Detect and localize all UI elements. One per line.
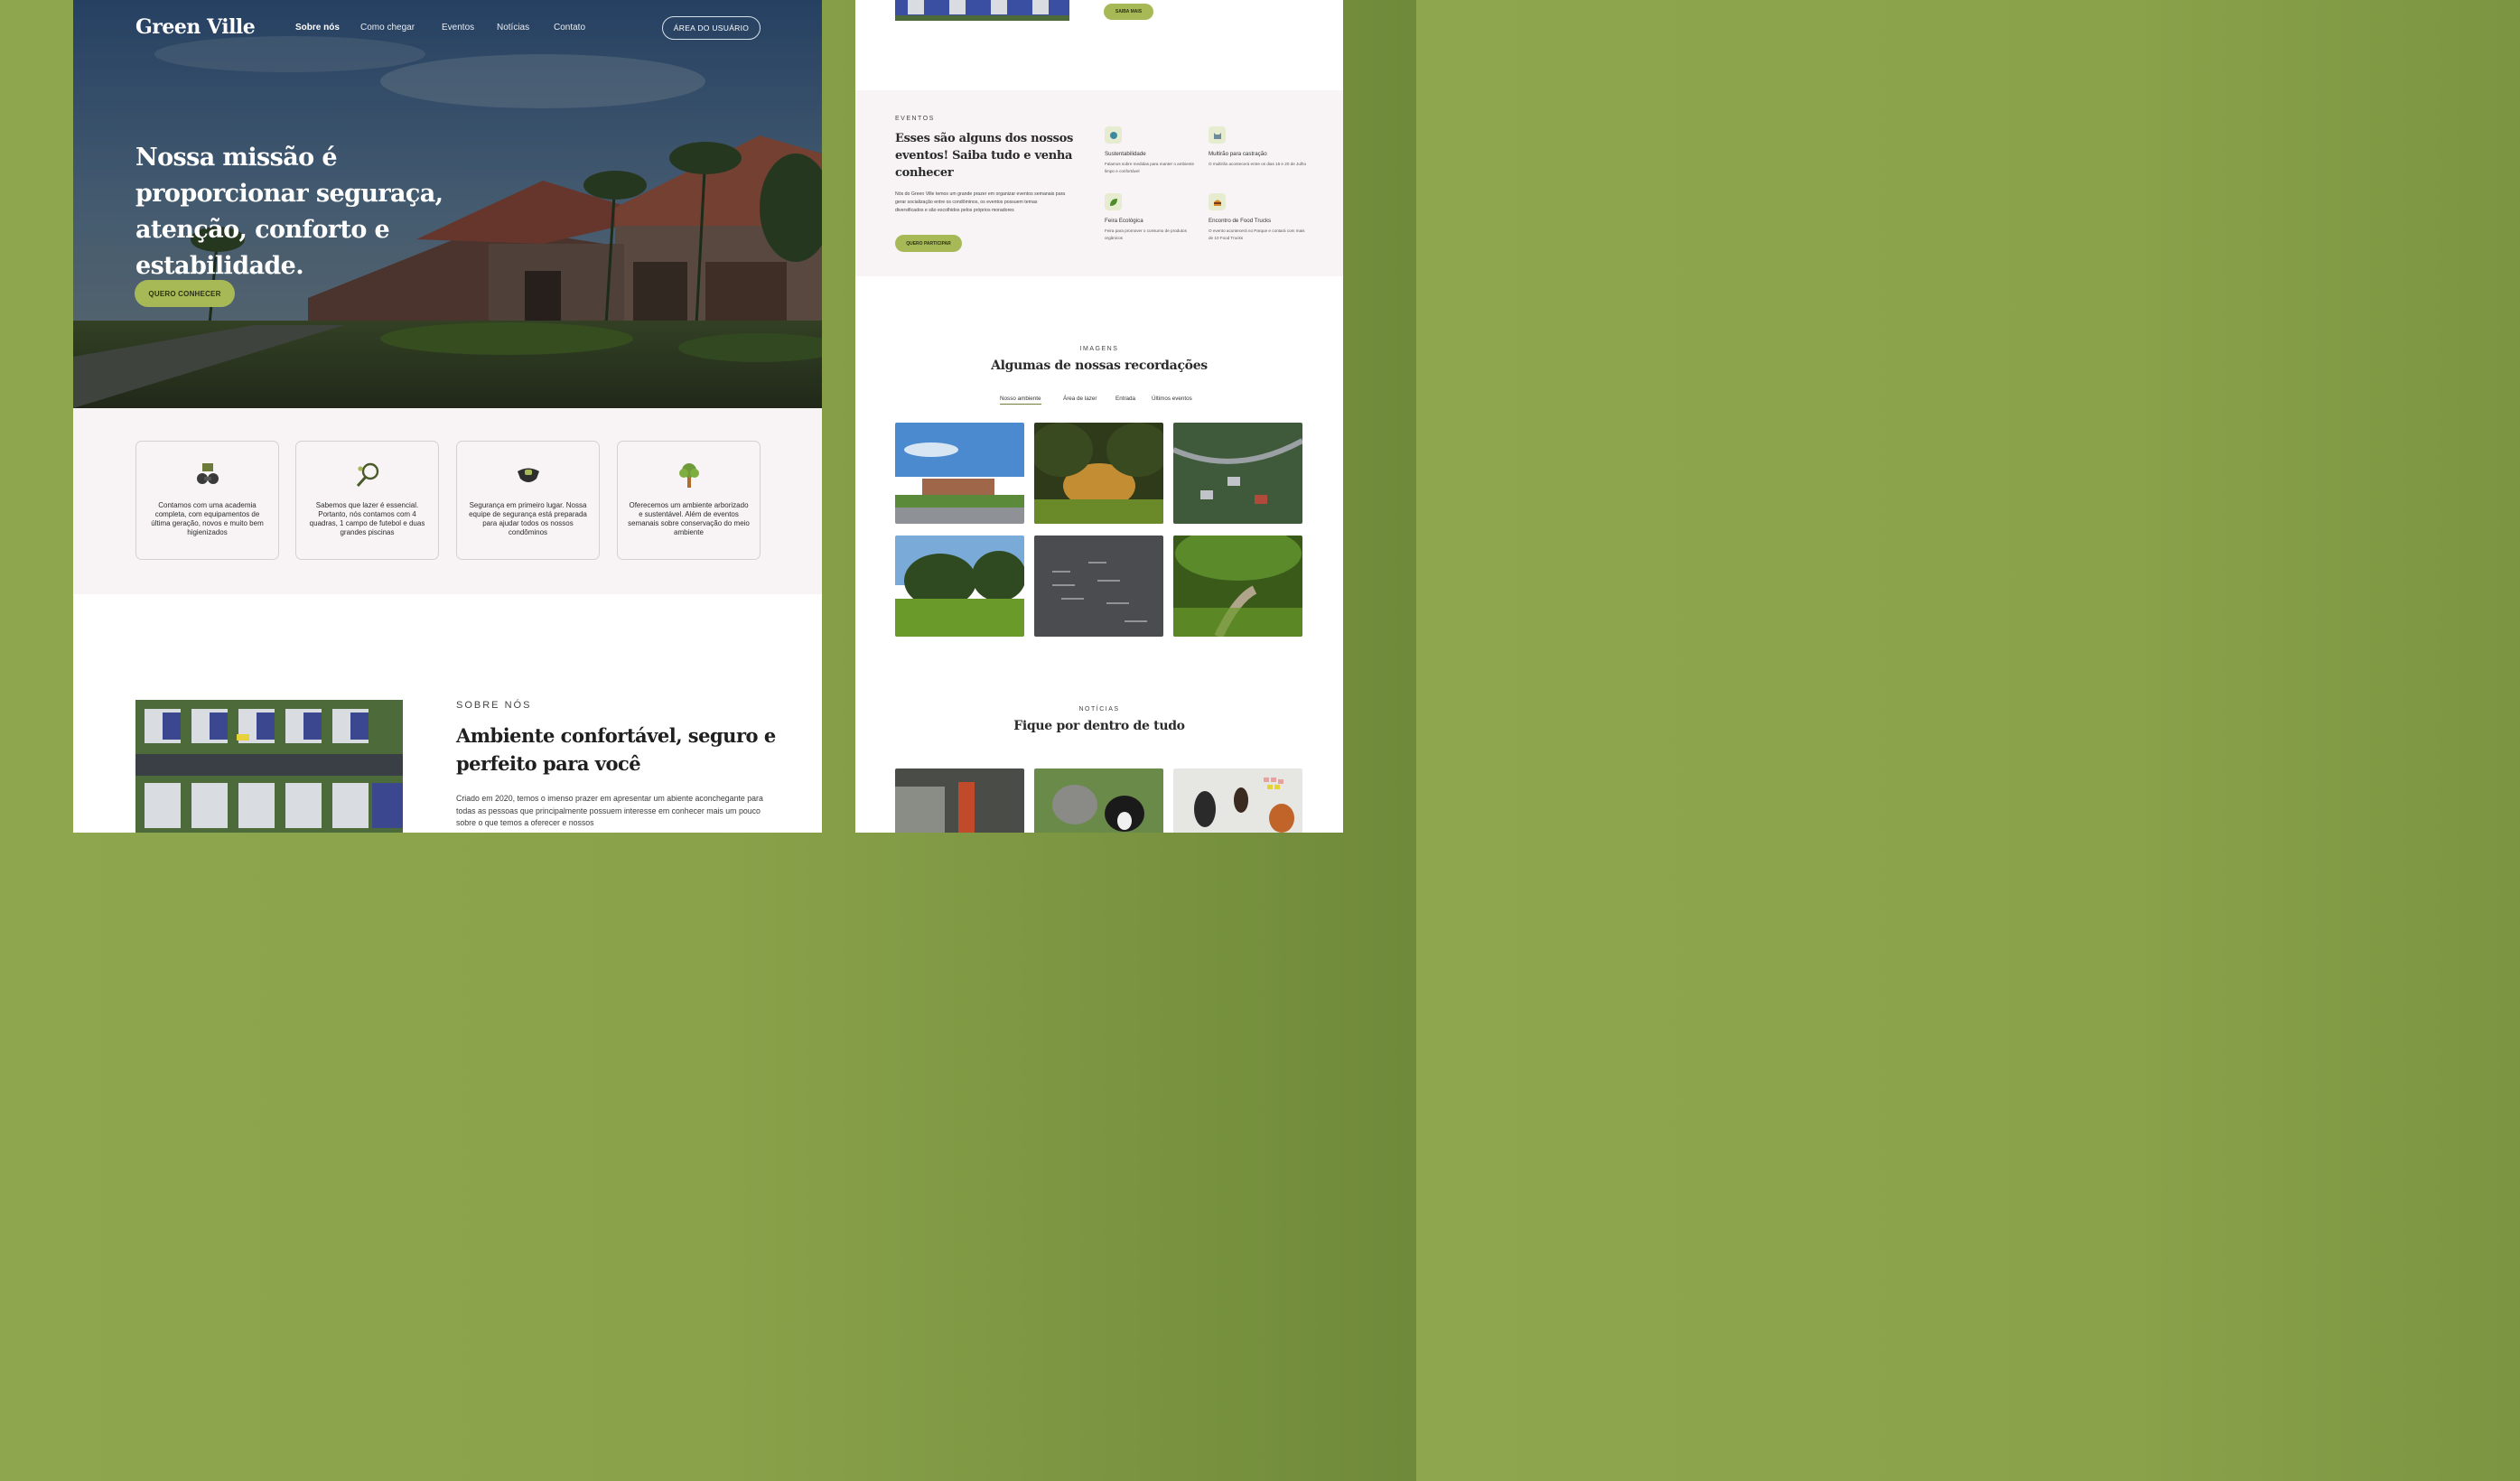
gallery-image[interactable] (895, 536, 1024, 637)
event-desc: O multirão acontecerá entre os dias 15 e… (1209, 162, 1307, 166)
saiba-mais-button[interactable]: SAIBA MAIS (1104, 4, 1153, 20)
feature-text-environment: Oferecemos um ambiente arborizado e sust… (628, 501, 750, 536)
event-item-sustentabilidade: Sustentabilidade Falamos sobre medidas p… (1105, 126, 1204, 174)
user-area-button[interactable]: ÁREA DO USUÁRIO (662, 16, 761, 40)
top-strip-image (895, 0, 1069, 21)
about-title: Ambiente confortável, seguro e perfeito … (456, 724, 776, 775)
event-desc: Feira para promover o consumo de produto… (1105, 228, 1187, 240)
landing-page-right: SAIBA MAIS EVENTOS Esses são alguns dos … (855, 0, 1343, 833)
cat-icon (1209, 126, 1226, 144)
tree-icon (679, 463, 699, 488)
landing-page-left: Green Ville Sobre nós Como chegar Evento… (73, 0, 822, 833)
feature-card-security: Segurança em primeiro lugar. Nossa equip… (456, 441, 600, 560)
hero-cta-button[interactable]: QUERO CONHECER (135, 280, 235, 307)
about-kicker: SOBRE NÓS (456, 700, 532, 711)
burger-icon (1209, 193, 1226, 210)
events-kicker: EVENTOS (895, 116, 935, 122)
event-title: Feira Ecológica (1105, 218, 1143, 224)
site-logo[interactable]: Green Ville (135, 15, 256, 39)
hero-title: Nossa missão é proporcionar seguraça, at… (135, 144, 443, 280)
tab-entrada[interactable]: Entrada (1115, 396, 1135, 402)
feature-text-security: Segurança em primeiro lugar. Nossa equip… (469, 501, 587, 536)
gallery-image[interactable] (1034, 423, 1163, 524)
dumbbell-icon (197, 463, 219, 484)
event-title: Multirão para castração (1209, 151, 1267, 157)
event-item-castracao: Multirão para castração O multirão acont… (1209, 126, 1308, 168)
nav-link-eventos[interactable]: Eventos (442, 23, 474, 33)
nav-link-contato[interactable]: Contato (554, 23, 585, 33)
gallery-kicker: IMAGENS (1079, 346, 1119, 352)
leaf-icon (1105, 193, 1122, 210)
event-desc: O evento acontecerá no Parque e contará … (1209, 228, 1305, 240)
nav-link-noticias[interactable]: Notícias (497, 23, 529, 33)
event-title: Sustentabilidade (1105, 151, 1146, 157)
about-aerial-image (135, 700, 403, 833)
tab-area-de-lazer[interactable]: Área de lazer (1063, 396, 1097, 402)
feature-text-leisure: Sabemos que lazer é essencial. Portanto,… (309, 501, 425, 536)
about-text: Criado em 2020, temos o imenso prazer em… (456, 794, 763, 827)
news-kicker: NOTÍCIAS (1078, 706, 1120, 713)
gallery-image[interactable] (1034, 536, 1163, 637)
event-item-food-trucks: Encontro de Food Trucks O evento acontec… (1209, 193, 1308, 241)
nav-link-sobre-nos[interactable]: Sobre nós (295, 23, 340, 33)
features-section: Contamos com uma academia completa, com … (73, 408, 822, 594)
feature-card-gym: Contamos com uma academia completa, com … (135, 441, 279, 560)
gallery-image[interactable] (1173, 423, 1302, 524)
tab-nosso-ambiente[interactable]: Nosso ambiente (1000, 396, 1041, 405)
news-title: Fique por dentro de tudo (1013, 719, 1185, 733)
globe-icon (1105, 126, 1122, 144)
event-title: Encontro de Food Trucks (1209, 218, 1272, 224)
feature-card-environment: Oferecemos um ambiente arborizado e sust… (617, 441, 761, 560)
news-image[interactable] (1034, 768, 1163, 833)
hero-section: Green Ville Sobre nós Como chegar Evento… (73, 0, 822, 408)
event-desc: Falamos sobre medidas para manter o ambi… (1105, 162, 1195, 173)
gallery-image[interactable] (895, 423, 1024, 524)
events-section: EVENTOS Esses são alguns dos nossos even… (855, 90, 1343, 276)
feature-card-leisure: Sabemos que lazer é essencial. Portanto,… (295, 441, 439, 560)
feature-text-gym: Contamos com uma academia completa, com … (151, 501, 264, 536)
nav-link-como-chegar[interactable]: Como chegar (360, 23, 415, 33)
tab-ultimos-eventos[interactable]: Últimos eventos (1152, 396, 1192, 402)
news-image[interactable] (1173, 768, 1302, 833)
events-text: Nós do Green Ville temos um grande praze… (895, 191, 1066, 213)
events-title: Esses são alguns dos nossos eventos! Sai… (895, 132, 1074, 180)
participate-button[interactable]: QUERO PARTICIPAR (895, 235, 962, 252)
news-image[interactable] (895, 768, 1024, 833)
gallery-image[interactable] (1173, 536, 1302, 637)
event-item-feira: Feira Ecológica Feira para promover o co… (1105, 193, 1204, 241)
tennis-racket-icon (356, 462, 379, 488)
security-guard-icon (518, 468, 539, 482)
gallery-title: Algumas de nossas recordações (991, 359, 1208, 373)
